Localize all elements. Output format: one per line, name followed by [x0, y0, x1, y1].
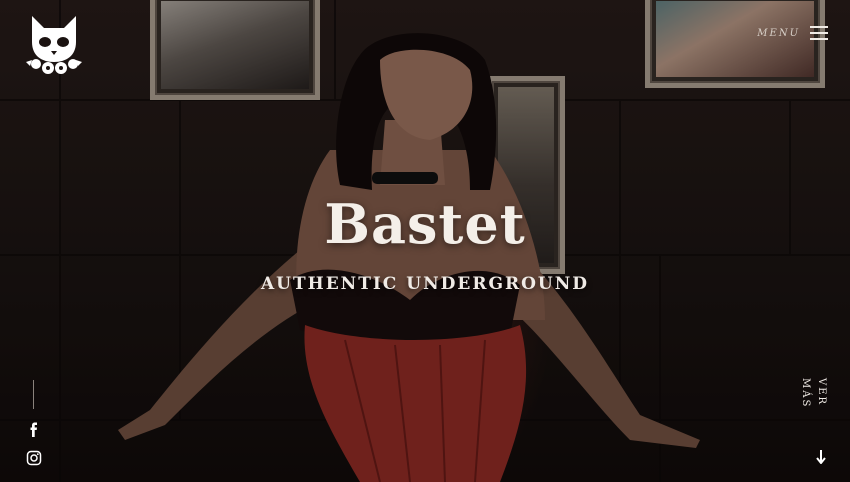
cat-skull-roses-logo-icon — [26, 16, 82, 74]
menu-label: MENU — [757, 27, 800, 39]
scroll-down-button[interactable]: VER MÁS — [800, 378, 829, 466]
social-divider — [33, 380, 34, 409]
brand-logo[interactable] — [22, 12, 86, 78]
facebook-link[interactable] — [26, 422, 42, 438]
instagram-icon — [26, 450, 42, 466]
instagram-link[interactable] — [26, 450, 42, 466]
menu-button[interactable]: MENU — [757, 24, 828, 42]
facebook-icon — [30, 422, 37, 437]
hero-subtitle: AUTHENTIC UNDERGROUND — [260, 274, 590, 294]
scroll-down-label: VER MÁS — [800, 378, 827, 409]
hero-title: Bastet — [324, 192, 526, 256]
hamburger-icon — [810, 26, 828, 40]
arrow-down-icon — [816, 450, 826, 464]
